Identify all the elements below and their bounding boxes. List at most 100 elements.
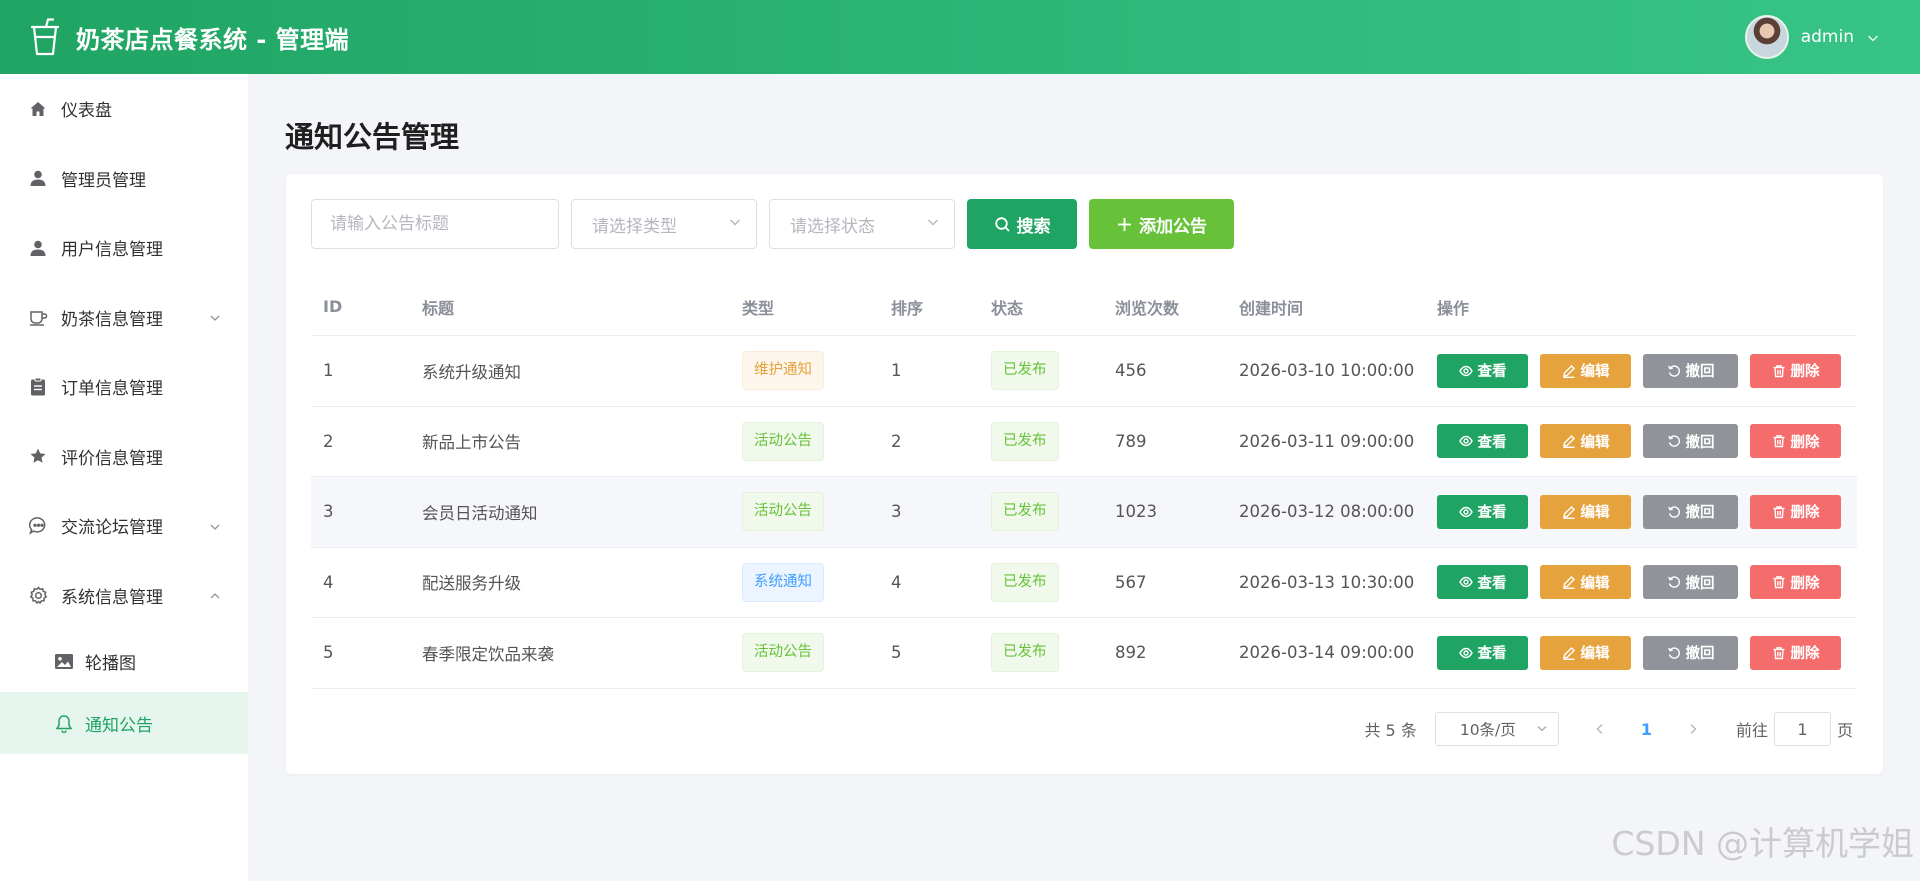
view-button[interactable]: 查看 [1437,353,1528,388]
revoke-button[interactable]: 撤回 [1643,424,1738,459]
chevron-down-icon [728,214,742,234]
column-header-views[interactable]: 浏览次数 [1103,295,1227,319]
column-header-type[interactable]: 类型 [730,295,879,319]
revoke-button-label: 撤回 [1685,434,1715,451]
user-menu[interactable]: admin [1744,15,1880,59]
cell-views: 1023 [1115,502,1157,522]
sidebar-item-users[interactable]: 用户信息管理 [0,213,248,283]
status-tag: 已发布 [991,492,1059,532]
column-header-id[interactable]: ID [311,297,410,316]
sidebar-item-forum[interactable]: 交流论坛管理 [0,491,248,561]
app-title: 奶茶店点餐系统 - 管理端 [76,25,350,54]
cell-views: 789 [1115,431,1147,451]
cell-time: 2026-03-14 09:00:00 [1239,643,1415,663]
revoke-button[interactable]: 撤回 [1643,353,1738,388]
chevron-down-icon[interactable] [1866,30,1880,44]
view-button[interactable]: 查看 [1437,635,1528,670]
view-button[interactable]: 查看 [1437,565,1528,600]
status-tag: 已发布 [991,562,1059,602]
delete-button[interactable]: 删除 [1750,353,1841,388]
next-page-icon[interactable] [1686,722,1700,736]
view-button[interactable]: 查看 [1437,494,1528,529]
delete-button[interactable]: 删除 [1750,635,1841,670]
sidebar-item-carousel[interactable]: 轮播图 [0,630,248,692]
chevron-down-icon [208,310,222,324]
cell-sort: 3 [891,502,902,522]
view-button-label: 查看 [1477,505,1507,522]
content-card: 请选择类型 请选择状态 搜索 添加公告 ID 标题 [286,174,1883,774]
view-button[interactable]: 查看 [1437,424,1528,459]
edit-button[interactable]: 编辑 [1540,565,1631,600]
table-row[interactable]: 4 配送服务升级 系统通知 4 已发布 567 2026-03-13 10:30:00 查看 编… [311,548,1857,618]
cell-ops: 查看 编辑 撤回 删除 [1425,494,1857,529]
sidebar-item-label: 系统信息管理 [61,587,163,608]
revoke-button-label: 撤回 [1685,575,1715,592]
table-row[interactable]: 5 春季限定饮品来袭 活动公告 5 已发布 892 2026-03-14 09:00:00 查… [311,618,1857,689]
pencil-icon [1562,434,1576,449]
edit-button[interactable]: 编辑 [1540,635,1631,670]
column-header-time[interactable]: 创建时间 [1227,295,1425,319]
sidebar-item-reviews[interactable]: 评价信息管理 [0,422,248,492]
user-name[interactable]: admin [1801,27,1854,47]
notice-table: ID 标题 类型 排序 状态 浏览次数 创建时间 操作 1 系统升级通知 维护通知 1… [311,278,1857,689]
cell-title: 会员日活动通知 [422,503,538,523]
revoke-button[interactable]: 撤回 [1643,565,1738,600]
title-search-input[interactable] [311,199,559,249]
column-header-sort[interactable]: 排序 [879,295,979,319]
search-button[interactable]: 搜索 [967,199,1077,249]
column-header-title[interactable]: 标题 [410,295,730,319]
delete-button-label: 删除 [1790,364,1820,381]
column-header-status[interactable]: 状态 [979,295,1103,319]
edit-button[interactable]: 编辑 [1540,494,1631,529]
user-icon [28,238,48,258]
search-icon [994,216,1011,233]
sidebar-item-system[interactable]: 系统信息管理 [0,561,248,631]
user-icon [28,168,48,188]
gear-icon [28,585,48,605]
chevron-up-icon [208,588,222,602]
edit-button-label: 编辑 [1580,364,1610,381]
sidebar-item-dashboard[interactable]: 仪表盘 [0,74,248,144]
delete-button[interactable]: 删除 [1750,494,1841,529]
delete-button-label: 删除 [1790,646,1820,663]
cell-title: 配送服务升级 [422,574,521,594]
edit-button[interactable]: 编辑 [1540,353,1631,388]
sidebar: 仪表盘 管理员管理 用户信息管理 奶茶信息管理 订单信息管理 评价信息管理 交流… [0,74,248,881]
status-tag: 已发布 [991,351,1059,391]
view-button-label: 查看 [1477,434,1507,451]
revoke-button[interactable]: 撤回 [1643,494,1738,529]
type-select[interactable]: 请选择类型 [571,199,757,249]
goto-page-input[interactable] [1773,712,1831,746]
sidebar-item-admins[interactable]: 管理员管理 [0,144,248,214]
revoke-button[interactable]: 撤回 [1643,635,1738,670]
add-notice-button[interactable]: 添加公告 [1089,199,1234,249]
edit-button[interactable]: 编辑 [1540,424,1631,459]
eye-icon [1458,434,1473,448]
eye-icon [1458,505,1473,519]
delete-button-label: 删除 [1790,505,1820,522]
eye-icon [1458,575,1473,589]
cell-title: 新品上市公告 [422,433,521,453]
type-tag: 活动公告 [742,421,824,461]
table-row[interactable]: 2 新品上市公告 活动公告 2 已发布 789 2026-03-11 09:00:00 查看 编… [311,407,1857,477]
page-number-current[interactable]: 1 [1641,720,1652,739]
prev-page-icon[interactable] [1593,722,1607,736]
table-row[interactable]: 1 系统升级通知 维护通知 1 已发布 456 2026-03-10 10:00:00 查看 编… [311,336,1857,407]
sidebar-item-orders[interactable]: 订单信息管理 [0,352,248,422]
cell-title: 系统升级通知 [422,362,521,382]
clipboard-icon [28,377,48,397]
table-row[interactable]: 3 会员日活动通知 活动公告 3 已发布 1023 2026-03-12 08:00:00 查… [311,477,1857,548]
revoke-button-label: 撤回 [1685,505,1715,522]
page-size-select[interactable]: 10条/页 [1434,712,1559,746]
sidebar-item-milktea[interactable]: 奶茶信息管理 [0,283,248,353]
cell-id: 4 [323,572,334,592]
add-button-label: 添加公告 [1139,216,1207,237]
status-select[interactable]: 请选择状态 [769,199,955,249]
eye-icon [1458,364,1473,378]
trash-icon [1772,364,1786,378]
delete-button[interactable]: 删除 [1750,565,1841,600]
sidebar-item-notices[interactable]: 通知公告 [0,692,248,754]
avatar[interactable] [1744,15,1789,59]
delete-button[interactable]: 删除 [1750,424,1841,459]
trash-icon [1772,505,1786,519]
